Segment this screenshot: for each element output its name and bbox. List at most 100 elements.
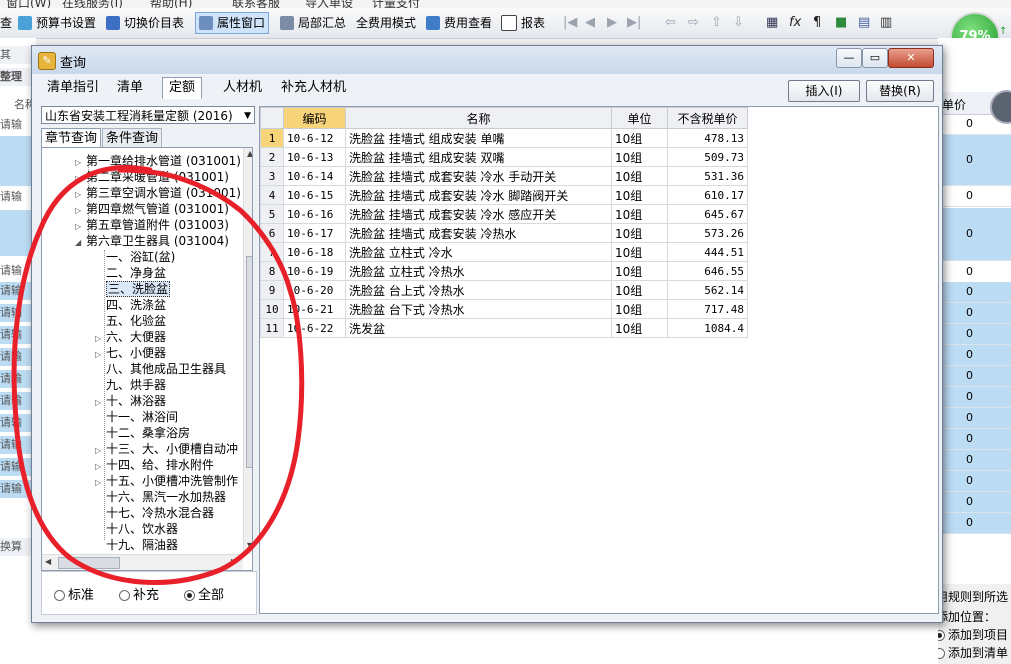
scroll-left-icon[interactable]: ◀ [45,557,51,566]
table-row[interactable]: 8 10-6-19 洗脸盆 立柱式 冷热水 10组 646.55 [260,261,748,281]
price-cell[interactable]: 0 [938,345,1011,366]
table-row[interactable]: 4 10-6-15 洗脸盆 挂墙式 成套安装 冷水 脚踏阀开关 10组 610.17 [260,185,748,205]
price-cell[interactable]: 0 [938,387,1011,408]
menu-contact[interactable]: 联系客服 [232,0,280,8]
formula-icon[interactable]: fx [789,15,801,30]
switch-pricelist-button[interactable]: 切换价目表 [106,14,184,32]
name-column-header[interactable]: 名称 [345,107,612,129]
tree-node-chapter6[interactable]: ◢ 第六章卫生器具 (031004) [75,233,229,249]
price-cell[interactable]: 0 [938,366,1011,387]
table-row[interactable]: 9 10-6-20 洗脸盆 台上式 冷热水 10组 562.14 [260,280,748,300]
tree-node-section[interactable]: ▷ 十三、大、小便槽自动冲 [95,441,238,457]
tab-chapter-query[interactable]: 章节查询 [41,128,102,148]
list-icon[interactable]: ▥ [880,15,892,30]
cost-view-button[interactable]: 费用查看 [426,14,492,32]
price-cell[interactable]: 0 [938,471,1011,492]
radio-supplement[interactable]: 补充 [119,584,159,603]
first-icon[interactable]: |◀ [563,15,577,30]
table-row[interactable]: 11 10-6-22 洗发盆 10组 1084.4 [260,318,748,338]
tree-node-section-selected[interactable]: 三、洗脸盆 [95,281,171,297]
quota-library-select[interactable]: 山东省安装工程消耗量定额 (2016) ▼ [41,106,255,124]
tree-vertical-scrollbar[interactable]: ▲ ▼ [243,148,252,554]
table-row[interactable]: 3 10-6-14 洗脸盆 挂墙式 成套安装 冷水 手动开关 10组 531.36 [260,166,748,186]
tree-node-section[interactable]: ▷ 十、淋浴器 [95,393,166,409]
tree-node-section[interactable]: 八、其他成品卫生器具 [95,361,226,377]
report-button[interactable]: 报表 [501,14,545,32]
tree-node-chapter2[interactable]: ▷ 第二章采暖管道 (031001) [75,169,229,185]
table-row[interactable]: 1 10-6-12 洗脸盆 挂墙式 组成安装 单嘴 10组 478.13 [260,128,748,148]
price-cell[interactable]: 0 [938,513,1011,534]
tree-node-section[interactable]: 十六、黑汽一水加热器 [95,489,226,505]
tree-horizontal-scrollbar[interactable]: ◀ ▶ [42,554,243,570]
add-to-list-option[interactable]: 添加到清单 [934,644,1008,661]
price-cell[interactable]: 0 [938,208,1011,261]
scroll-up-icon[interactable]: ▲ [247,149,252,158]
last-icon[interactable]: ▶| [627,15,641,30]
move-right-icon[interactable]: ⇨ [688,15,699,30]
table-row[interactable]: 7 10-6-18 洗脸盆 立柱式 冷水 10组 444.51 [260,242,748,262]
scroll-down-icon[interactable]: ▼ [247,541,252,550]
tree-node-section[interactable]: 十九、隔油器 [95,537,178,553]
tree-node-chapter4[interactable]: ▷ 第四章燃气管道 (031001) [75,201,229,217]
move-up-icon[interactable]: ⇧ [711,15,722,30]
paragraph-icon[interactable]: ¶ [813,15,821,30]
move-left-icon[interactable]: ⇦ [665,15,676,30]
property-window-button[interactable]: 属性窗口 [195,12,270,34]
tab-quota[interactable]: 定额 [162,77,203,99]
tree-node-section[interactable]: 十二、桑拿浴房 [95,425,190,441]
tree-node-section[interactable]: ▷ 六、大便器 [95,329,166,345]
tree-node-section[interactable]: 五、化验盆 [95,313,166,329]
price-column-header[interactable]: 不含税单价 [667,107,748,129]
tree-node-chapter1[interactable]: ▷ 第一章给排水管道 (031001) [75,153,241,169]
add-to-project-option[interactable]: 添加到项目 [934,626,1008,643]
sheet-icon[interactable]: ▤ [858,15,870,30]
replace-button[interactable]: 替换(R) [866,80,934,102]
menu-payment[interactable]: 计量支付 [372,0,420,8]
unit-column-header[interactable]: 单位 [611,107,668,129]
tree-node-chapter5[interactable]: ▷ 第五章管道附件 (031003) [75,217,229,233]
price-cell[interactable]: 0 [938,450,1011,471]
close-button[interactable]: ✕ [888,48,934,68]
full-cost-mode-button[interactable]: 全费用模式 [356,14,416,32]
maximize-button[interactable]: ▭ [862,48,888,68]
price-cell[interactable]: 0 [938,303,1011,324]
tab-list-guide[interactable]: 清单指引 [40,77,106,99]
tab-supplement-material[interactable]: 补充人材机 [274,77,353,99]
calculator-icon[interactable]: ▦ [766,15,778,30]
insert-button[interactable]: 插入(I) [788,80,860,102]
table-row[interactable]: 10 10-6-21 洗脸盆 台下式 冷热水 10组 717.48 [260,299,748,319]
tree-node-section[interactable]: 四、洗涤盆 [95,297,166,313]
price-cell[interactable]: 0 [938,429,1011,450]
table-row[interactable]: 5 10-6-16 洗脸盆 挂墙式 成套安装 冷水 感应开关 10组 645.67 [260,204,748,224]
tree-node-section[interactable]: ▷ 十五、小便槽冲洗管制作 [95,473,238,489]
budget-settings-button[interactable]: 预算书设置 [18,14,96,32]
price-cell[interactable]: 0 [938,408,1011,429]
dialog-titlebar[interactable]: ✎ 查询 — ▭ ✕ [32,46,942,74]
menu-help[interactable]: 帮助(H) [150,0,192,8]
price-cell[interactable]: 0 [938,186,1011,207]
tab-condition-query[interactable]: 条件查询 [102,128,163,149]
price-cell[interactable]: 0 [938,324,1011,345]
menu-import[interactable]: 导入单设 [305,0,353,8]
menu-online-service[interactable]: 在线服务(I) [62,0,123,8]
cube-icon[interactable]: ■ [835,15,847,30]
tree-node-section[interactable]: 一、浴缸(盆) [95,249,175,265]
tree-node-chapter3[interactable]: ▷ 第三章空调水管道 (031001) [75,185,241,201]
scroll-thumb[interactable] [58,557,120,569]
tree-node-section[interactable]: 十八、饮水器 [95,521,178,537]
tree-node-section[interactable]: 十七、冷热水混合器 [95,505,214,521]
table-row[interactable]: 6 10-6-17 洗脸盆 挂墙式 成套安装 冷热水 10组 573.26 [260,223,748,243]
price-cell[interactable]: 0 [938,114,1011,135]
next-icon[interactable]: ▶ [607,15,617,30]
price-cell[interactable]: 0 [938,135,1011,186]
move-down-icon[interactable]: ⇩ [733,15,744,30]
price-cell[interactable]: 0 [938,492,1011,513]
table-row[interactable]: 2 10-6-13 洗脸盆 挂墙式 组成安装 双嘴 10组 509.73 [260,147,748,167]
prev-icon[interactable]: ◀ [585,15,595,30]
tree-node-section[interactable]: 二、净身盆 [95,265,166,281]
minimize-button[interactable]: — [836,48,862,68]
code-column-header[interactable]: 编码 [283,107,346,129]
scroll-right-icon[interactable]: ▶ [231,557,237,566]
toolbar-check[interactable]: 查 [0,14,12,32]
tree-node-section[interactable]: 十一、淋浴间 [95,409,178,425]
